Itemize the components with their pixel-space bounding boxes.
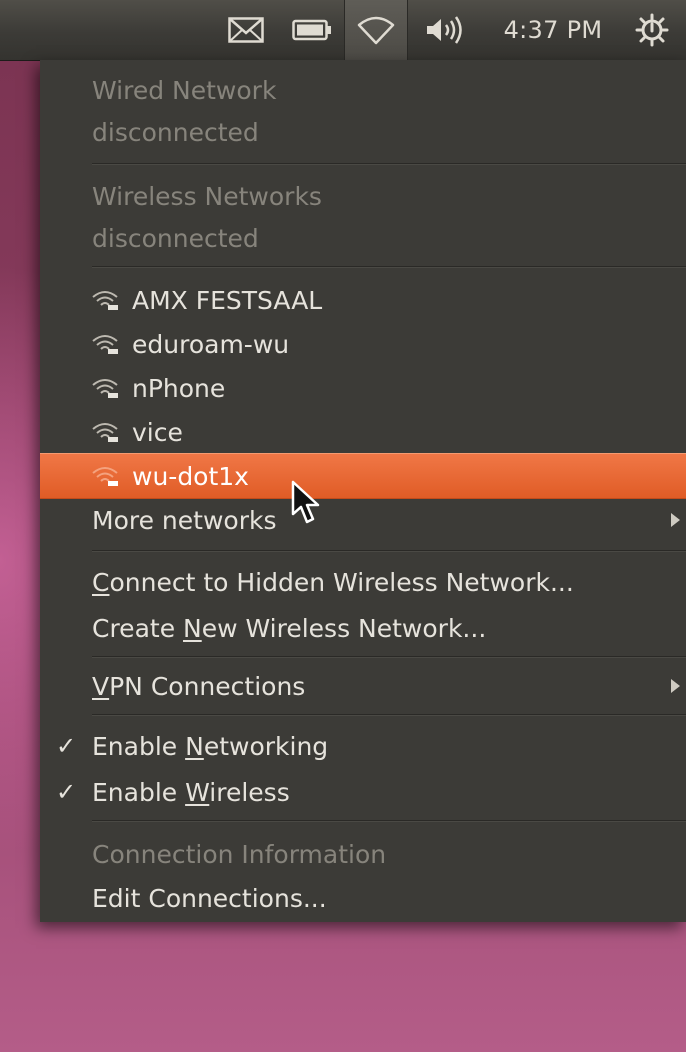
separator: [92, 820, 686, 822]
network-item-eduroam-wu[interactable]: eduroam-wu: [40, 322, 686, 366]
more-networks-item[interactable]: More networks: [40, 498, 686, 542]
more-networks-label: More networks: [92, 505, 277, 535]
network-name: wu-dot1x: [132, 461, 249, 491]
wifi-signal-icon: [92, 291, 118, 310]
clock[interactable]: 4:37 PM: [490, 0, 616, 60]
wired-network-status-text: disconnected: [92, 117, 259, 147]
separator: [92, 656, 686, 658]
network-name: AMX FESTSAAL: [132, 285, 323, 315]
wifi-signal-icon: [92, 423, 118, 442]
wireless-networks-title: Wireless Networks: [92, 181, 322, 211]
network-item-wu-dot1x[interactable]: wu-dot1x: [40, 453, 686, 499]
network-name: eduroam-wu: [132, 329, 290, 359]
enable-wireless-item[interactable]: ✓ Enable Wireless: [40, 770, 686, 814]
connect-hidden-network-item[interactable]: Connect to Hidden Wireless Network...: [40, 560, 686, 604]
submenu-arrow-icon: [671, 679, 680, 693]
network-item-nphone[interactable]: nPhone: [40, 366, 686, 410]
wifi-icon[interactable]: [344, 0, 408, 60]
create-new-network-label: Create New Wireless Network...: [92, 613, 487, 643]
network-name: nPhone: [132, 373, 226, 403]
wifi-signal-icon: [92, 467, 118, 486]
checkmark-icon: ✓: [56, 732, 77, 760]
top-panel: 4:37 PM: [0, 0, 686, 60]
create-new-network-item[interactable]: Create New Wireless Network...: [40, 606, 686, 650]
wifi-signal-icon: [92, 335, 118, 354]
speaker-volume-icon[interactable]: [418, 0, 474, 60]
wired-network-status: disconnected: [40, 110, 686, 154]
wireless-networks-header: Wireless Networks: [40, 174, 686, 218]
battery-icon[interactable]: [288, 0, 336, 60]
wireless-networks-status: disconnected: [40, 216, 686, 260]
connection-information-item: Connection Information: [40, 832, 686, 876]
envelope-icon[interactable]: [222, 0, 270, 60]
wireless-networks-status-text: disconnected: [92, 223, 259, 253]
vpn-connections-item[interactable]: VPN Connections: [40, 664, 686, 708]
connection-information-label: Connection Information: [92, 839, 387, 869]
vpn-connections-label: VPN Connections: [92, 671, 306, 701]
wired-network-title: Wired Network: [92, 75, 277, 105]
gear-power-icon[interactable]: [626, 0, 678, 60]
network-menu: Wired Network disconnected Wireless Netw…: [40, 60, 686, 922]
separator: [92, 714, 686, 716]
enable-networking-label: Enable Networking: [92, 731, 329, 761]
edit-connections-item[interactable]: Edit Connections...: [40, 876, 686, 920]
checkmark-icon: ✓: [56, 778, 77, 806]
separator: [92, 550, 686, 552]
wifi-signal-icon: [92, 379, 118, 398]
enable-wireless-label: Enable Wireless: [92, 777, 290, 807]
network-item-amx-festsaal[interactable]: AMX FESTSAAL: [40, 278, 686, 322]
clock-text: 4:37 PM: [503, 16, 603, 44]
network-name: vice: [132, 417, 183, 447]
edit-connections-label: Edit Connections...: [92, 883, 327, 913]
network-item-vice[interactable]: vice: [40, 410, 686, 454]
enable-networking-item[interactable]: ✓ Enable Networking: [40, 724, 686, 768]
separator: [92, 266, 686, 268]
connect-hidden-network-label: Connect to Hidden Wireless Network...: [92, 567, 574, 597]
separator: [92, 163, 686, 165]
mouse-pointer-icon: [291, 480, 320, 524]
wired-network-header: Wired Network: [40, 68, 686, 112]
submenu-arrow-icon: [671, 513, 680, 527]
